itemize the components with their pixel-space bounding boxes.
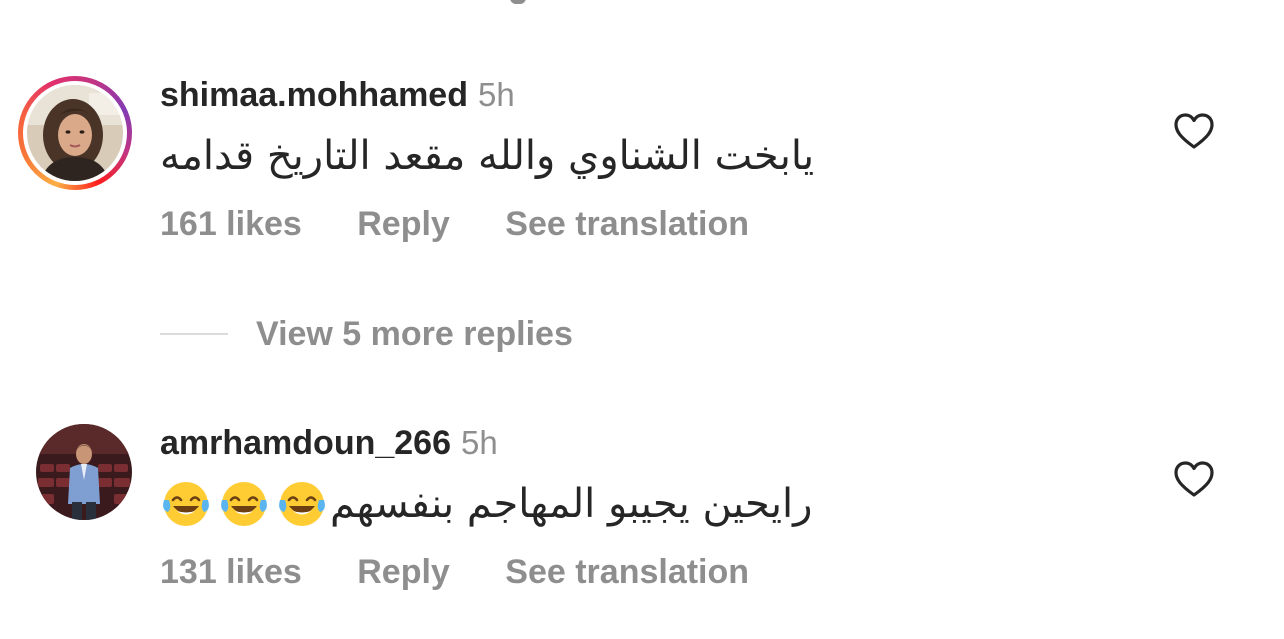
comment-actions: 131 likes Reply See translation <box>160 550 795 594</box>
see-translation-button[interactable]: See translation <box>505 553 749 591</box>
comment-item: shimaa.mohhamed 5h يابخت الشناوي والله مق… <box>0 70 1284 260</box>
comment-actions: 161 likes Reply See translation <box>160 202 795 246</box>
reply-button[interactable]: Reply <box>357 553 450 591</box>
reply-button[interactable]: Reply <box>357 205 450 243</box>
emoji-group <box>160 478 328 530</box>
comments-screen: shimaa.mohhamed 5h يابخت الشناوي والله مق… <box>0 0 1284 639</box>
face-with-tears-of-joy-icon <box>163 482 209 526</box>
timestamp: 5h <box>461 424 498 461</box>
timestamp: 5h <box>477 76 515 113</box>
view-more-replies-button[interactable]: View 5 more replies <box>160 312 573 356</box>
see-translation-button[interactable]: See translation <box>505 205 749 243</box>
heart-outline-icon[interactable] <box>1172 458 1216 502</box>
face-with-tears-of-joy-icon <box>221 482 267 526</box>
thread-divider <box>160 333 228 335</box>
username[interactable]: amrhamdoun_266 <box>160 424 451 462</box>
face-with-tears-of-joy-icon <box>279 482 325 526</box>
comment-text: يابخت الشناوي والله مقعد التاريخ قدامه <box>160 133 815 179</box>
comment-text-body: رايحين يجيبو المهاجم بنفسهم <box>330 481 813 527</box>
comment-header: amrhamdoun_266 5h <box>160 422 498 464</box>
avatar-story-ring[interactable] <box>18 76 132 190</box>
likes-count[interactable]: 131 likes <box>160 553 302 591</box>
username[interactable]: shimaa.mohhamed <box>160 76 468 114</box>
comment-header: shimaa.mohhamed 5h <box>160 74 515 116</box>
comment-item: amrhamdoun_266 5h رايحين يجيبو المهاجم ب… <box>0 418 1284 608</box>
comment-text: رايحين يجيبو المهاجم بنفسهم <box>160 474 812 534</box>
likes-count[interactable]: 161 likes <box>160 205 302 243</box>
previous-content-edge <box>510 0 526 4</box>
avatar[interactable] <box>36 424 132 520</box>
view-more-replies-label: View 5 more replies <box>256 315 573 353</box>
avatar[interactable] <box>27 85 123 181</box>
heart-outline-icon[interactable] <box>1172 110 1216 154</box>
